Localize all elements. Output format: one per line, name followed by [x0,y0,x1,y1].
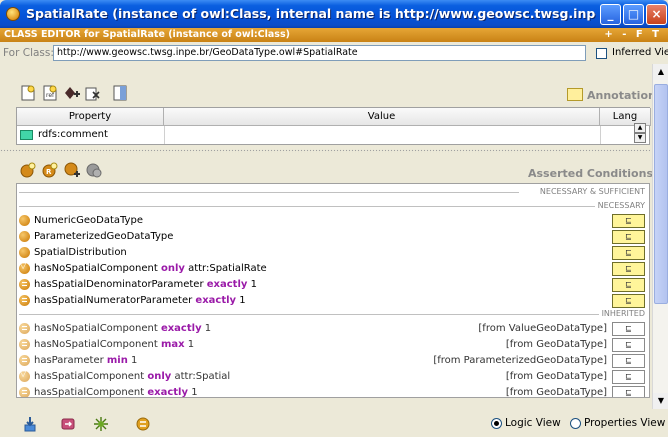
section-inherited: INHERITED [19,309,647,319]
class-icon [19,215,30,226]
inherited-from-label: [from GeoDataType] [505,387,607,398]
remove-annotation-icon[interactable] [84,85,100,101]
properties-view-label[interactable]: Properties View [584,417,665,429]
condition-row[interactable]: NumericGeoDataType ⊑ [17,213,649,229]
condition-row[interactable]: hasNoSpatialComponent only attr:SpatialR… [17,261,649,277]
spinner-up-icon[interactable]: ▲ [634,123,646,133]
inherited-from-label: [from GeoDataType] [505,371,607,382]
conditions-panel: NECESSARY & SUFFICIENT NECESSARY Numeric… [16,183,650,398]
cardinality-restriction-icon [19,387,30,397]
app-icon [6,7,20,21]
subclass-badge[interactable]: ⊑ [612,386,645,397]
minimize-button[interactable]: _ [600,4,621,25]
close-button[interactable]: × [646,4,667,25]
subclass-badge[interactable]: ⊑ [612,294,645,308]
logic-view-radio[interactable] [491,418,502,429]
section-necessary: NECESSARY [19,201,647,211]
condition-row[interactable]: ParameterizedGeoDataType ⊑ [17,229,649,245]
create-restriction-icon[interactable] [20,162,36,178]
scroll-up-icon[interactable]: ▲ [653,64,668,80]
annotations-table: Property Value Lang rdfs:comment [16,107,651,145]
subclass-badge[interactable]: ⊑ [612,278,645,292]
subclass-badge[interactable]: ⊑ [612,230,645,244]
class-icon [19,247,30,258]
inherited-condition-row[interactable]: hasNoSpatialComponent exactly 1 [from Va… [17,321,649,337]
annotation-toolbar: ref Annotations [0,64,662,104]
condition-row[interactable]: hasSpatialDenominatorParameter exactly 1… [17,277,649,293]
annotations-icon [567,88,583,101]
annotation-property-icon [20,130,33,140]
add-resource-icon[interactable] [64,85,80,101]
subclass-badge[interactable]: ⊑ [612,322,645,336]
inherited-from-label: [from ValueGeoDataType] [478,323,607,334]
svg-text:ref: ref [46,92,55,99]
inherited-from-label: [from GeoDataType] [505,339,607,350]
scroll-down-icon[interactable]: ▼ [653,393,668,409]
annotation-spinner[interactable]: ▲ ▼ [634,123,646,143]
subclass-badge[interactable]: ⊑ [612,370,645,384]
inferred-view-label: Inferred View [612,47,668,58]
min-cardinality-icon [19,355,30,366]
properties-view-radio[interactable] [570,418,581,429]
condition-row[interactable]: SpatialDistribution ⊑ [17,245,649,261]
create-annotation-icon[interactable] [20,85,36,101]
inferred-view-checkbox[interactable] [596,48,607,59]
restriction-icon[interactable] [135,416,151,432]
class-icon [19,231,30,242]
class-editor-title: CLASS EDITOR for SpatialRate (instance o… [4,29,290,40]
asserted-conditions-label: Asserted Conditions [528,167,653,180]
inherited-condition-row[interactable]: hasSpatialComponent exactly 1 [from GeoD… [17,385,649,398]
subclass-badge[interactable]: ⊑ [612,262,645,276]
svg-text:R: R [46,168,52,176]
add-named-class-icon[interactable] [64,162,80,178]
annotation-view-icon[interactable] [112,85,128,101]
section-label: NECESSARY & SUFFICIENT [536,187,645,196]
section-label: NECESSARY [594,201,645,210]
add-class-icon[interactable] [22,416,38,432]
spinner-down-icon[interactable]: ▼ [634,133,646,143]
maximize-button[interactable]: □ [623,4,644,25]
condition-row[interactable]: hasSpatialNumeratorParameter exactly 1 ⊑ [17,293,649,309]
column-header-property[interactable]: Property [17,108,164,126]
subclass-badge[interactable]: ⊑ [612,338,645,352]
bottom-toolbar: Logic View Properties View [0,410,668,437]
table-row[interactable]: rdfs:comment [17,126,651,144]
remove-condition-icon[interactable] [86,162,102,178]
section-label: INHERITED [598,309,645,318]
cardinality-restriction-icon [19,323,30,334]
inherited-condition-row[interactable]: hasParameter min 1 [from ParameterizedGe… [17,353,649,369]
for-class-label: For Class: [3,47,54,59]
editor-controls[interactable]: + - F T [604,28,662,42]
cardinality-restriction-icon [19,295,30,306]
section-necessary-sufficient: NECESSARY & SUFFICIENT [19,187,647,197]
annotation-property: rdfs:comment [38,129,108,140]
logic-view-label[interactable]: Logic View [505,417,561,429]
cardinality-restriction-icon [19,279,30,290]
inherited-from-label: [from ParameterizedGeoDataType] [433,355,607,366]
vertical-scrollbar[interactable]: ▲ ▼ [652,64,668,409]
column-header-value[interactable]: Value [164,108,600,126]
class-uri-field[interactable]: http://www.geowsc.twsg.inpe.br/GeoDataTy… [53,45,586,61]
subclass-badge[interactable]: ⊑ [612,354,645,368]
subclass-badge[interactable]: ⊑ [612,246,645,260]
for-class-row: For Class: http://www.geowsc.twsg.inpe.b… [0,42,668,64]
universal-restriction-icon [19,261,30,274]
inherited-condition-row[interactable]: hasNoSpatialComponent max 1 [from GeoDat… [17,337,649,353]
universal-restriction-icon [19,369,30,382]
window-title-bar[interactable]: SpatialRate (instance of owl:Class, inte… [0,0,668,28]
create-expression-icon[interactable]: R [42,162,58,178]
scroll-thumb[interactable] [654,84,668,304]
classify-icon[interactable] [93,416,109,432]
create-annotation-type-icon[interactable]: ref [42,85,58,101]
panel-splitter[interactable] [0,146,650,156]
inherited-condition-row[interactable]: hasSpatialComponent only attr:Spatial [f… [17,369,649,385]
subclass-badge[interactable]: ⊑ [612,214,645,228]
remove-class-icon[interactable] [60,416,76,432]
max-cardinality-icon [19,339,30,350]
window-title: SpatialRate (instance of owl:Class, inte… [26,6,596,21]
class-editor-header: CLASS EDITOR for SpatialRate (instance o… [0,28,668,42]
